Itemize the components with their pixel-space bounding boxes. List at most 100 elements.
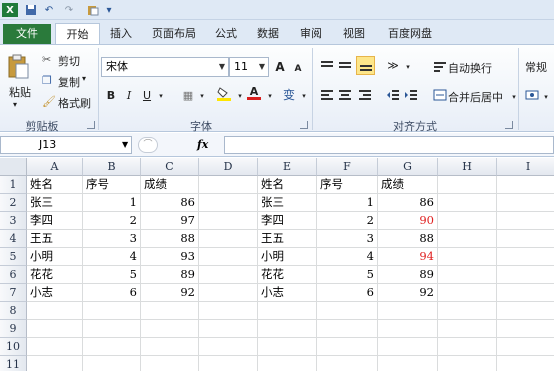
customize-quick-access-icon[interactable]: ▾ [104, 3, 114, 17]
cell-a7[interactable]: 小志 [27, 284, 83, 302]
tab-home[interactable]: 开始 [55, 23, 100, 44]
cell-b4[interactable]: 3 [83, 230, 141, 248]
cell-h7[interactable] [438, 284, 497, 302]
shrink-font-button[interactable]: A [290, 61, 306, 77]
bold-button[interactable]: B [103, 87, 119, 103]
font-launcher-icon[interactable] [300, 121, 308, 129]
cell-a4[interactable]: 王五 [27, 230, 83, 248]
cell-d8[interactable] [199, 302, 258, 320]
cell-a10[interactable] [27, 338, 83, 356]
cell-c11[interactable] [141, 356, 199, 371]
column-header-e[interactable]: E [258, 158, 317, 176]
cell-b8[interactable] [83, 302, 141, 320]
cell-d2[interactable] [199, 194, 258, 212]
cell-f11[interactable] [317, 356, 378, 371]
cell-d6[interactable] [199, 266, 258, 284]
row-header-8[interactable]: 8 [0, 302, 27, 320]
cell-f10[interactable] [317, 338, 378, 356]
number-format-combo[interactable]: 常规 [525, 59, 547, 75]
redo-icon[interactable]: ↷ [62, 3, 76, 17]
row-header-9[interactable]: 9 [0, 320, 27, 338]
italic-button[interactable]: I [121, 87, 137, 103]
row-header-7[interactable]: 7 [0, 284, 27, 302]
cell-h9[interactable] [438, 320, 497, 338]
cell-f6[interactable]: 5 [317, 266, 378, 284]
format-painter-button[interactable]: 格式刷 [58, 95, 91, 111]
cell-c6[interactable]: 89 [141, 266, 199, 284]
row-header-1[interactable]: 1 [0, 176, 27, 194]
cell-c10[interactable] [141, 338, 199, 356]
cell-f3[interactable]: 2 [317, 212, 378, 230]
tab-page-layout[interactable]: 页面布局 [146, 23, 202, 44]
cell-a3[interactable]: 李四 [27, 212, 83, 230]
cell-h8[interactable] [438, 302, 497, 320]
cell-i6[interactable] [497, 266, 554, 284]
cell-h3[interactable] [438, 212, 497, 230]
cell-d5[interactable] [199, 248, 258, 266]
cell-h1[interactable] [438, 176, 497, 194]
cell-d9[interactable] [199, 320, 258, 338]
tab-data[interactable]: 数据 [252, 23, 284, 44]
font-size-combo[interactable]: 11 ▼ [229, 57, 269, 77]
cell-h2[interactable] [438, 194, 497, 212]
cell-c2[interactable]: 86 [141, 194, 199, 212]
cell-e11[interactable] [258, 356, 317, 371]
cell-d3[interactable] [199, 212, 258, 230]
cell-e3[interactable]: 李四 [258, 212, 317, 230]
phonetic-dropdown-icon[interactable]: ▾ [296, 88, 312, 104]
cell-c9[interactable] [141, 320, 199, 338]
cell-i1[interactable] [497, 176, 554, 194]
cell-h10[interactable] [438, 338, 497, 356]
cell-a1[interactable]: 姓名 [27, 176, 83, 194]
align-top-icon[interactable] [319, 57, 335, 73]
name-box-dropdown-icon[interactable]: ▼ [122, 140, 128, 149]
copy-icon[interactable]: ❐ [42, 74, 52, 87]
select-all-corner[interactable] [0, 158, 27, 176]
tab-baidu-netdisk[interactable]: 百度网盘 [380, 23, 440, 44]
cell-i10[interactable] [497, 338, 554, 356]
cell-a6[interactable]: 花花 [27, 266, 83, 284]
cell-f8[interactable] [317, 302, 378, 320]
cell-i7[interactable] [497, 284, 554, 302]
align-center-icon[interactable] [337, 87, 353, 103]
cell-h4[interactable] [438, 230, 497, 248]
cell-e8[interactable] [258, 302, 317, 320]
cell-h6[interactable] [438, 266, 497, 284]
cell-g2[interactable]: 86 [378, 194, 438, 212]
merge-center-button[interactable]: 合并后居中 [448, 89, 503, 105]
paste-icon[interactable] [8, 54, 30, 80]
border-dropdown-icon[interactable]: ▾ [194, 88, 210, 104]
cell-h5[interactable] [438, 248, 497, 266]
cell-b2[interactable]: 1 [83, 194, 141, 212]
row-header-5[interactable]: 5 [0, 248, 27, 266]
undo-icon[interactable]: ↶ [42, 3, 56, 17]
cell-i4[interactable] [497, 230, 554, 248]
cell-i5[interactable] [497, 248, 554, 266]
column-header-b[interactable]: B [83, 158, 141, 176]
cell-f4[interactable]: 3 [317, 230, 378, 248]
decrease-indent-icon[interactable] [385, 87, 401, 103]
cell-c7[interactable]: 92 [141, 284, 199, 302]
cell-e2[interactable]: 张三 [258, 194, 317, 212]
increase-indent-icon[interactable] [403, 87, 419, 103]
cell-b10[interactable] [83, 338, 141, 356]
row-header-10[interactable]: 10 [0, 338, 27, 356]
column-header-f[interactable]: F [317, 158, 378, 176]
phonetic-guide-icon[interactable]: 变 [281, 86, 297, 102]
row-header-3[interactable]: 3 [0, 212, 27, 230]
wrap-text-icon[interactable] [432, 59, 448, 75]
cell-e10[interactable] [258, 338, 317, 356]
row-header-4[interactable]: 4 [0, 230, 27, 248]
cell-b6[interactable]: 5 [83, 266, 141, 284]
name-box[interactable]: J13 [0, 136, 132, 154]
cell-d7[interactable] [199, 284, 258, 302]
tab-review[interactable]: 审阅 [295, 23, 327, 44]
cell-c8[interactable] [141, 302, 199, 320]
cell-i3[interactable] [497, 212, 554, 230]
merge-center-icon[interactable] [432, 87, 448, 103]
cell-i8[interactable] [497, 302, 554, 320]
cell-f7[interactable]: 6 [317, 284, 378, 302]
cell-g4[interactable]: 88 [378, 230, 438, 248]
cell-a8[interactable] [27, 302, 83, 320]
column-header-a[interactable]: A [27, 158, 83, 176]
